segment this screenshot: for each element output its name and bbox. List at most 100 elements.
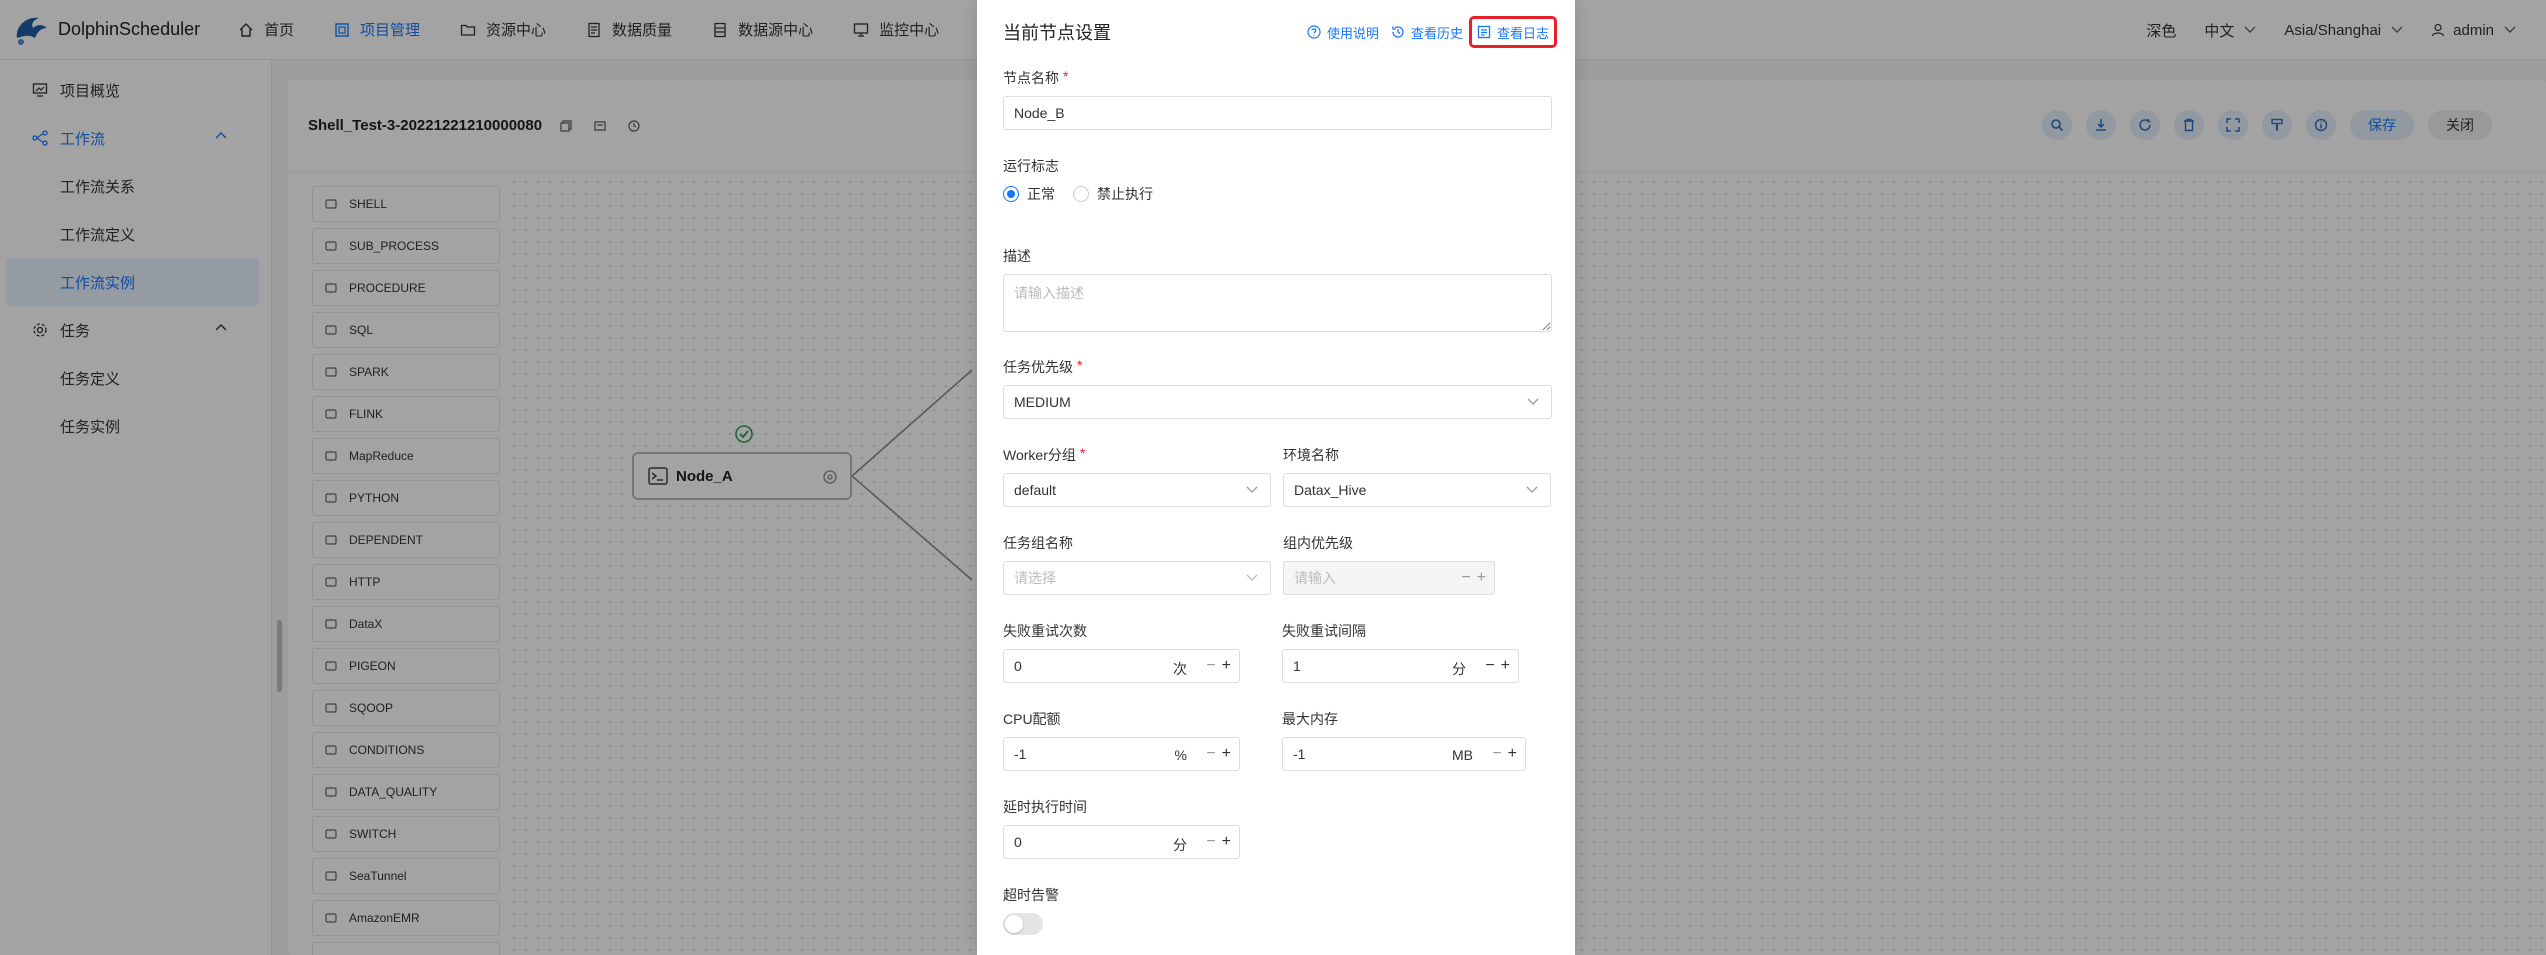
task-type-item[interactable]: PYTHON bbox=[312, 480, 500, 516]
cpu-quota-stepper[interactable]: -1 % − + bbox=[1003, 737, 1240, 771]
nav-resource[interactable]: 资源中心 bbox=[440, 0, 566, 60]
task-type-item[interactable]: SHELL bbox=[312, 186, 500, 222]
user-name: admin bbox=[2453, 21, 2494, 39]
task-type-item[interactable]: MapReduce bbox=[312, 438, 500, 474]
close-button[interactable]: 关闭 bbox=[2428, 110, 2492, 140]
copy-icon[interactable] bbox=[560, 119, 572, 132]
retry-times-stepper[interactable]: 0 次 − + bbox=[1003, 649, 1240, 683]
minus-icon[interactable]: − bbox=[1492, 746, 1501, 762]
fullscreen-icon bbox=[2226, 118, 2240, 132]
task-type-item[interactable]: SWITCH bbox=[312, 816, 500, 852]
task-type-item[interactable]: DEPENDENT bbox=[312, 522, 500, 558]
download-button[interactable] bbox=[2086, 110, 2116, 140]
sidebar-item-overview[interactable]: 项目概览 bbox=[0, 66, 271, 114]
timezone-select[interactable]: Asia/Shanghai bbox=[2270, 22, 2417, 39]
run-flag-forbid-radio[interactable]: 禁止执行 bbox=[1073, 184, 1153, 204]
max-memory-stepper[interactable]: -1 MB − + bbox=[1282, 737, 1526, 771]
task-type-item[interactable]: ZEPPELIN bbox=[312, 942, 500, 955]
nav-project[interactable]: 项目管理 bbox=[314, 0, 440, 60]
task-type-icon bbox=[325, 451, 337, 461]
task-type-item[interactable]: DataX bbox=[312, 606, 500, 642]
nav-datasource[interactable]: 数据源中心 bbox=[692, 0, 833, 60]
sidebar-item-task-definition[interactable]: 任务定义 bbox=[0, 354, 271, 402]
task-type-item[interactable]: SUB_PROCESS bbox=[312, 228, 500, 264]
workflow-node-a[interactable]: Node_A bbox=[632, 452, 852, 500]
minus-icon[interactable]: − bbox=[1485, 658, 1494, 674]
nav-monitor[interactable]: 监控中心 bbox=[833, 0, 959, 60]
delete-button[interactable] bbox=[2174, 110, 2204, 140]
run-flag-normal-radio[interactable]: 正常 bbox=[1003, 184, 1055, 204]
task-type-item[interactable]: PIGEON bbox=[312, 648, 500, 684]
timeout-alarm-switch[interactable] bbox=[1003, 913, 1043, 935]
sidebar-resize-handle[interactable] bbox=[277, 620, 282, 692]
nav-home[interactable]: 首页 bbox=[218, 0, 314, 60]
fullscreen-button[interactable] bbox=[2218, 110, 2248, 140]
history-link[interactable]: 查看历史 bbox=[1385, 16, 1469, 48]
task-type-item[interactable]: AmazonEMR bbox=[312, 900, 500, 936]
delay-time-value: 0 bbox=[1014, 834, 1022, 850]
search-button[interactable] bbox=[2042, 110, 2072, 140]
minus-icon[interactable]: − bbox=[1461, 570, 1470, 586]
save-button[interactable]: 保存 bbox=[2350, 110, 2414, 140]
environment-select[interactable]: Datax_Hive bbox=[1283, 473, 1551, 507]
info-icon[interactable] bbox=[628, 119, 640, 132]
task-type-item[interactable]: DATA_QUALITY bbox=[312, 774, 500, 810]
task-group-select[interactable]: 请选择 bbox=[1003, 561, 1271, 595]
description-textarea[interactable] bbox=[1003, 274, 1552, 332]
plus-icon[interactable]: + bbox=[1501, 658, 1510, 674]
required-mark: * bbox=[1077, 357, 1083, 373]
logo[interactable]: DolphinScheduler bbox=[8, 10, 218, 50]
nav-monitor-label: 监控中心 bbox=[879, 22, 940, 39]
plus-icon[interactable]: + bbox=[1222, 834, 1231, 850]
info-button[interactable] bbox=[2306, 110, 2336, 140]
minus-icon[interactable]: − bbox=[1206, 746, 1215, 762]
minus-icon[interactable]: − bbox=[1206, 834, 1215, 850]
view-log-link-label: 查看日志 bbox=[1496, 25, 1549, 41]
max-memory-value: -1 bbox=[1293, 746, 1306, 762]
sidebar-item-workflow-relation[interactable]: 工作流关系 bbox=[0, 162, 271, 210]
refresh-button[interactable] bbox=[2130, 110, 2160, 140]
sidebar-item-task[interactable]: 任务 bbox=[0, 306, 271, 354]
task-type-item[interactable]: SPARK bbox=[312, 354, 500, 390]
task-type-icon bbox=[325, 871, 337, 881]
task-type-item[interactable]: SQOOP bbox=[312, 690, 500, 726]
edit-icon[interactable] bbox=[594, 120, 606, 132]
node-name-input[interactable]: Node_B bbox=[1003, 96, 1552, 130]
sidebar-item-task-instance[interactable]: 任务实例 bbox=[0, 402, 271, 450]
folder-icon bbox=[460, 24, 476, 36]
retry-interval-stepper[interactable]: 1 分 − + bbox=[1282, 649, 1519, 683]
node-settings-icon[interactable] bbox=[822, 469, 838, 485]
nav-data-quality-label: 数据质量 bbox=[612, 22, 673, 39]
theme-toggle[interactable]: 深色 bbox=[2132, 20, 2190, 41]
stepper-controls: − + bbox=[1461, 570, 1486, 586]
group-priority-input[interactable]: 请输入 − + bbox=[1283, 561, 1495, 595]
task-type-item[interactable]: FLINK bbox=[312, 396, 500, 432]
project-icon bbox=[335, 22, 349, 37]
worker-group-select[interactable]: default bbox=[1003, 473, 1271, 507]
plus-icon[interactable]: + bbox=[1508, 746, 1517, 762]
plus-icon[interactable]: + bbox=[1222, 746, 1231, 762]
nav-data-quality[interactable]: 数据质量 bbox=[566, 0, 692, 60]
plus-icon[interactable]: + bbox=[1477, 570, 1486, 586]
task-type-item[interactable]: SQL bbox=[312, 312, 500, 348]
shell-icon bbox=[648, 467, 668, 485]
sidebar-item-workflow[interactable]: 工作流 bbox=[0, 114, 271, 162]
task-type-label: DATA_QUALITY bbox=[349, 785, 438, 799]
user-menu[interactable]: admin bbox=[2417, 22, 2530, 39]
view-log-link[interactable]: 查看日志 bbox=[1468, 16, 1557, 48]
sidebar-item-label: 工作流实例 bbox=[60, 274, 136, 292]
language-select[interactable]: 中文 bbox=[2190, 20, 2270, 41]
task-type-item[interactable]: PROCEDURE bbox=[312, 270, 500, 306]
priority-select[interactable]: MEDIUM bbox=[1003, 385, 1552, 419]
help-link[interactable]: 使用说明 bbox=[1301, 16, 1385, 48]
delay-time-stepper[interactable]: 0 分 − + bbox=[1003, 825, 1240, 859]
task-type-item[interactable]: HTTP bbox=[312, 564, 500, 600]
format-button[interactable] bbox=[2262, 110, 2292, 140]
workflow-icon bbox=[32, 130, 48, 146]
minus-icon[interactable]: − bbox=[1206, 658, 1215, 674]
plus-icon[interactable]: + bbox=[1222, 658, 1231, 674]
task-type-item[interactable]: SeaTunnel bbox=[312, 858, 500, 894]
sidebar-item-workflow-definition[interactable]: 工作流定义 bbox=[0, 210, 271, 258]
sidebar-item-workflow-instance[interactable]: 工作流实例 bbox=[6, 258, 259, 306]
task-type-item[interactable]: CONDITIONS bbox=[312, 732, 500, 768]
